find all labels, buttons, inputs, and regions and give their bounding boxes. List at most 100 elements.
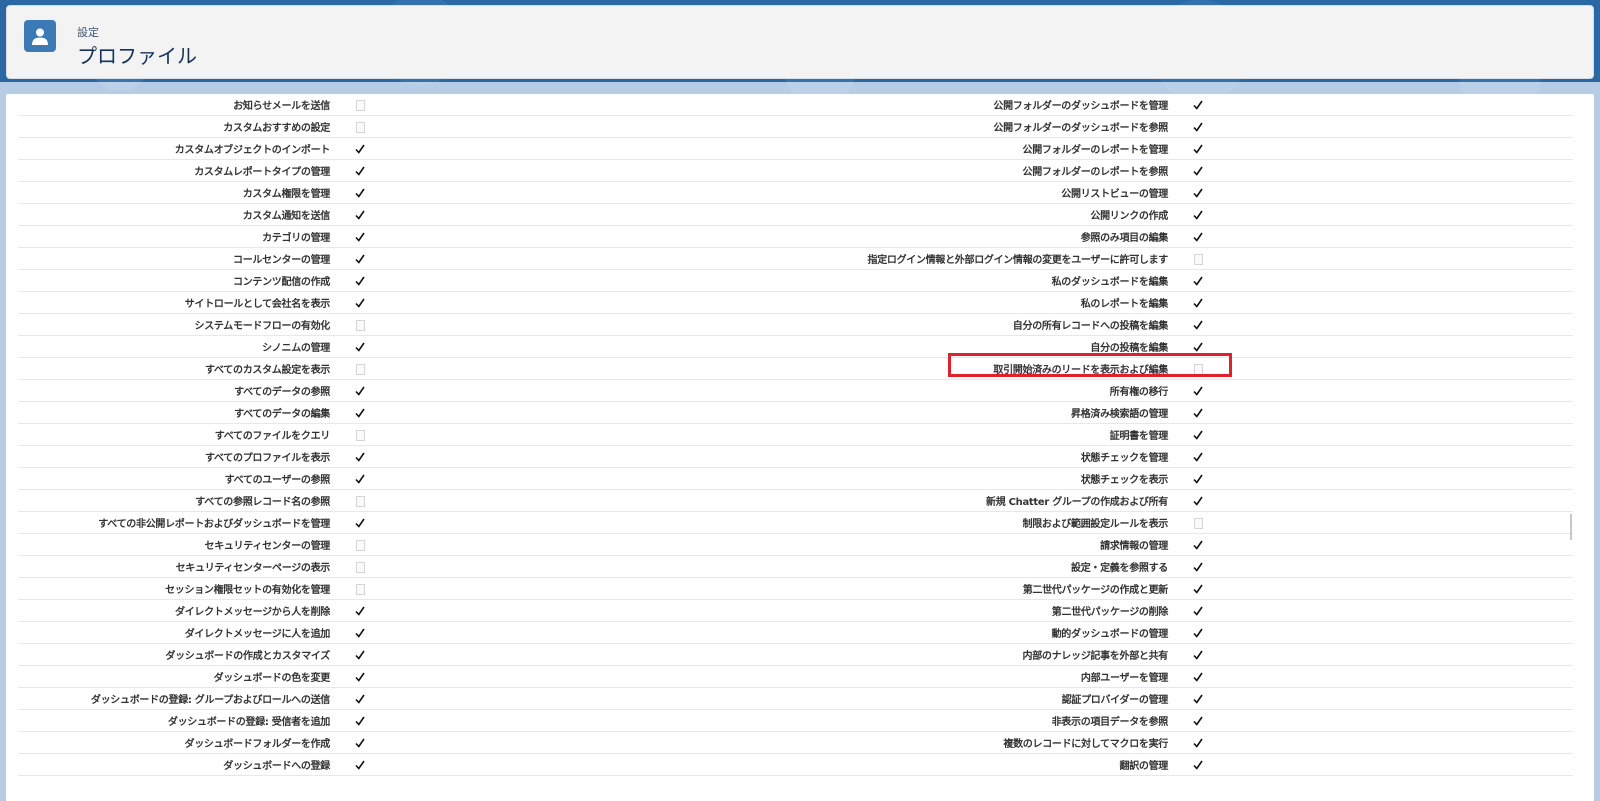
checkmark-icon xyxy=(1192,341,1204,353)
unchecked-box-icon xyxy=(356,495,365,507)
permission-value xyxy=(1186,643,1573,666)
permission-value xyxy=(348,357,748,380)
permission-label: コールセンターの管理 xyxy=(18,247,348,270)
permission-value xyxy=(348,753,748,776)
permission-label: すべての参照レコード名の参照 xyxy=(18,489,348,512)
permission-value xyxy=(348,489,748,512)
permission-value xyxy=(1186,137,1573,160)
checkmark-icon xyxy=(1192,99,1204,111)
permission-value xyxy=(348,511,748,534)
permission-value xyxy=(1186,731,1573,754)
permission-label: サイトロールとして会社名を表示 xyxy=(18,291,348,314)
table-row: すべてのユーザーの参照 状態チェックを表示 xyxy=(18,467,1573,490)
permission-label: カテゴリの管理 xyxy=(18,225,348,248)
permission-value xyxy=(1186,555,1573,578)
checkmark-icon xyxy=(354,473,366,485)
permission-value xyxy=(348,401,748,424)
permission-value xyxy=(348,203,748,226)
checkmark-icon xyxy=(1192,693,1204,705)
permission-label: ダイレクトメッセージに人を追加 xyxy=(18,621,348,644)
permission-label: 状態チェックを管理 xyxy=(748,445,1186,468)
breadcrumb[interactable]: 設定 xyxy=(77,24,99,40)
permission-value xyxy=(348,423,748,446)
permission-value xyxy=(348,533,748,556)
table-row: ダイレクトメッセージから人を削除 第二世代パッケージの削除 xyxy=(18,599,1573,622)
permission-value xyxy=(1186,335,1573,358)
table-row: お知らせメールを送信 公開フォルダーのダッシュボードを管理 xyxy=(18,94,1573,116)
permission-label: システムモードフローの有効化 xyxy=(18,313,348,336)
unchecked-box-icon xyxy=(356,539,365,551)
permission-value xyxy=(348,621,748,644)
permission-label: カスタム権限を管理 xyxy=(18,181,348,204)
permission-value xyxy=(348,731,748,754)
checkmark-icon xyxy=(1192,605,1204,617)
checkmark-icon xyxy=(354,231,366,243)
checkmark-icon xyxy=(354,165,366,177)
permission-value xyxy=(348,247,748,270)
permission-label: 複数のレコードに対してマクロを実行 xyxy=(748,731,1186,754)
table-row: セキュリティセンターページの表示 設定・定義を参照する xyxy=(18,555,1573,578)
scrollbar[interactable] xyxy=(1570,514,1572,540)
permission-value xyxy=(348,313,748,336)
table-row: サイトロールとして会社名を表示 私のレポートを編集 xyxy=(18,291,1573,314)
permission-value xyxy=(1186,269,1573,292)
permission-value xyxy=(1186,313,1573,336)
table-row: すべてのデータの編集 昇格済み検索語の管理 xyxy=(18,401,1573,424)
table-row: セッション権限セットの有効化を管理 第二世代パッケージの作成と更新 xyxy=(18,577,1573,600)
table-row: ダッシュボードフォルダーを作成 複数のレコードに対してマクロを実行 xyxy=(18,731,1573,754)
permission-label: 制限および範囲設定ルールを表示 xyxy=(748,511,1186,534)
permission-value xyxy=(1186,401,1573,424)
permission-value xyxy=(348,115,748,138)
permission-label: 非表示の項目データを参照 xyxy=(748,709,1186,732)
permission-label: 私のレポートを編集 xyxy=(748,291,1186,314)
table-row: カスタム権限を管理 公開リストビューの管理 xyxy=(18,181,1573,204)
permission-label: ダッシュボードの登録: 受信者を追加 xyxy=(18,709,348,732)
permission-label: すべてのカスタム設定を表示 xyxy=(18,357,348,380)
permission-label: 翻訳の管理 xyxy=(748,753,1186,776)
checkmark-icon xyxy=(354,451,366,463)
table-row: コールセンターの管理 指定ログイン情報と外部ログイン情報の変更をユーザーに許可しま… xyxy=(18,247,1573,270)
checkmark-icon xyxy=(1192,539,1204,551)
checkmark-icon xyxy=(354,649,366,661)
permission-label: 公開フォルダーのレポートを管理 xyxy=(748,137,1186,160)
permission-value xyxy=(348,577,748,600)
permission-label: すべてのデータの編集 xyxy=(18,401,348,424)
user-icon xyxy=(24,20,56,52)
checkmark-icon xyxy=(1192,583,1204,595)
table-row: すべての非公開レポートおよびダッシュボードを管理 制限および範囲設定ルールを表示 xyxy=(18,511,1573,534)
page-title: プロファイル xyxy=(77,44,197,68)
permission-label: 内部のナレッジ記事を外部と共有 xyxy=(748,643,1186,666)
checkmark-icon xyxy=(1192,737,1204,749)
unchecked-box-icon xyxy=(356,429,365,441)
permissions-panel: お知らせメールを送信 公開フォルダーのダッシュボードを管理 カスタムおすすめの設定公… xyxy=(6,94,1594,801)
table-row: すべてのプロファイルを表示 状態チェックを管理 xyxy=(18,445,1573,468)
permission-label: セキュリティセンターの管理 xyxy=(18,533,348,556)
table-row: ダッシュボードの作成とカスタマイズ 内部のナレッジ記事を外部と共有 xyxy=(18,643,1573,666)
permission-value xyxy=(348,225,748,248)
table-row: すべてのカスタム設定を表示 取引開始済みのリードを表示および編集 xyxy=(18,357,1573,380)
table-row: カスタムレポートタイプの管理 公開フォルダーのレポートを参照 xyxy=(18,159,1573,182)
permission-value xyxy=(1186,445,1573,468)
unchecked-box-icon xyxy=(356,363,365,375)
permission-label: すべてのデータの参照 xyxy=(18,379,348,402)
permission-label: コンテンツ配信の作成 xyxy=(18,269,348,292)
checkmark-icon xyxy=(354,671,366,683)
permission-value xyxy=(348,599,748,622)
permission-value xyxy=(1186,621,1573,644)
checkmark-icon xyxy=(354,253,366,265)
permission-value xyxy=(348,159,748,182)
checkmark-icon xyxy=(1192,121,1204,133)
table-row: コンテンツ配信の作成 私のダッシュボードを編集 xyxy=(18,269,1573,292)
checkmark-icon xyxy=(1192,649,1204,661)
permission-label: 公開リンクの作成 xyxy=(748,203,1186,226)
table-row: ダッシュボードの登録: グループおよびロールへの送信 認証プロバイダーの管理 xyxy=(18,687,1573,710)
permission-value xyxy=(348,709,748,732)
permission-label: シノニムの管理 xyxy=(18,335,348,358)
permission-value xyxy=(1186,577,1573,600)
permission-label: 公開フォルダーのダッシュボードを管理 xyxy=(748,94,1186,116)
table-row: カスタム通知を送信 公開リンクの作成 xyxy=(18,203,1573,226)
checkmark-icon xyxy=(354,693,366,705)
unchecked-box-icon xyxy=(356,121,365,133)
permission-label: 参照のみ項目の編集 xyxy=(748,225,1186,248)
permission-label: カスタムオブジェクトのインポート xyxy=(18,137,348,160)
